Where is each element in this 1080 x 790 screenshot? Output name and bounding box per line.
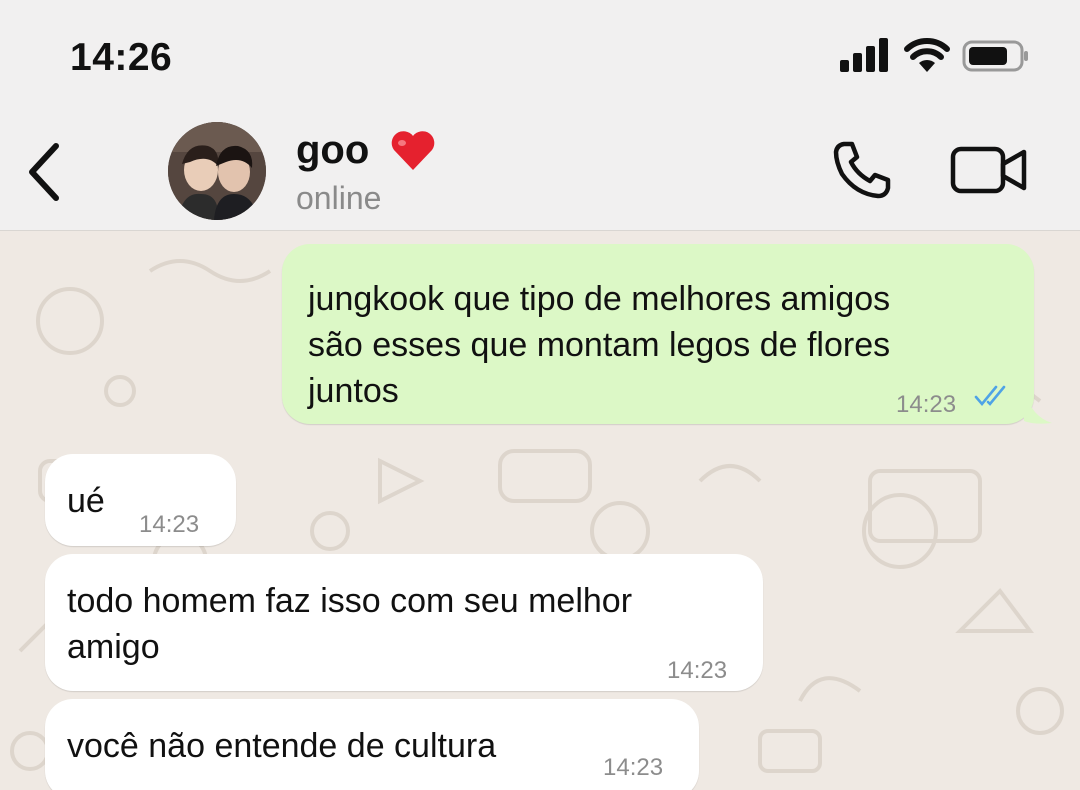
- message-time: 14:23: [896, 391, 957, 418]
- back-button[interactable]: [24, 142, 64, 202]
- back-chevron-icon: [29, 143, 59, 201]
- bubble-tail: [1024, 391, 1052, 424]
- message-line: jungkook que tipo de melhores amigos: [308, 280, 891, 318]
- contact-avatar[interactable]: [168, 122, 266, 220]
- message-line: amigo: [67, 628, 160, 666]
- contact-name[interactable]: goo: [296, 128, 369, 173]
- message-line: ué: [67, 482, 105, 520]
- message-time: 14:23: [139, 511, 200, 538]
- video-call-button[interactable]: [950, 144, 1028, 196]
- message-line: são esses que montam legos de flores: [308, 326, 891, 364]
- battery-icon: [962, 40, 1028, 72]
- phone-icon: [833, 141, 891, 199]
- video-camera-icon: [950, 146, 1027, 194]
- chat-header: 14:26 goo online: [0, 0, 1080, 231]
- outgoing-message[interactable]: jungkook que tipo de melhores amigos são…: [282, 244, 1034, 424]
- message-time: 14:23: [667, 657, 728, 684]
- message-line: você não entende de cultura: [67, 727, 497, 765]
- contact-status: online: [296, 180, 382, 216]
- message-line: todo homem faz isso com seu melhor: [67, 582, 633, 620]
- incoming-message[interactable]: todo homem faz isso com seu melhor amigo…: [45, 554, 763, 691]
- read-receipt-icon: [974, 385, 1006, 407]
- status-bar-time: 14:26: [70, 36, 173, 79]
- cellular-signal-icon: [840, 38, 888, 72]
- voice-call-button[interactable]: [830, 138, 894, 202]
- message-list[interactable]: jungkook que tipo de melhores amigos são…: [0, 231, 1080, 790]
- message-line: juntos: [308, 372, 399, 410]
- heart-emoji-icon: [391, 131, 435, 170]
- incoming-message[interactable]: você não entende de cultura 14:23: [45, 699, 699, 790]
- incoming-message[interactable]: ué 14:23: [45, 454, 236, 546]
- wifi-icon: [904, 38, 950, 72]
- message-time: 14:23: [603, 754, 664, 781]
